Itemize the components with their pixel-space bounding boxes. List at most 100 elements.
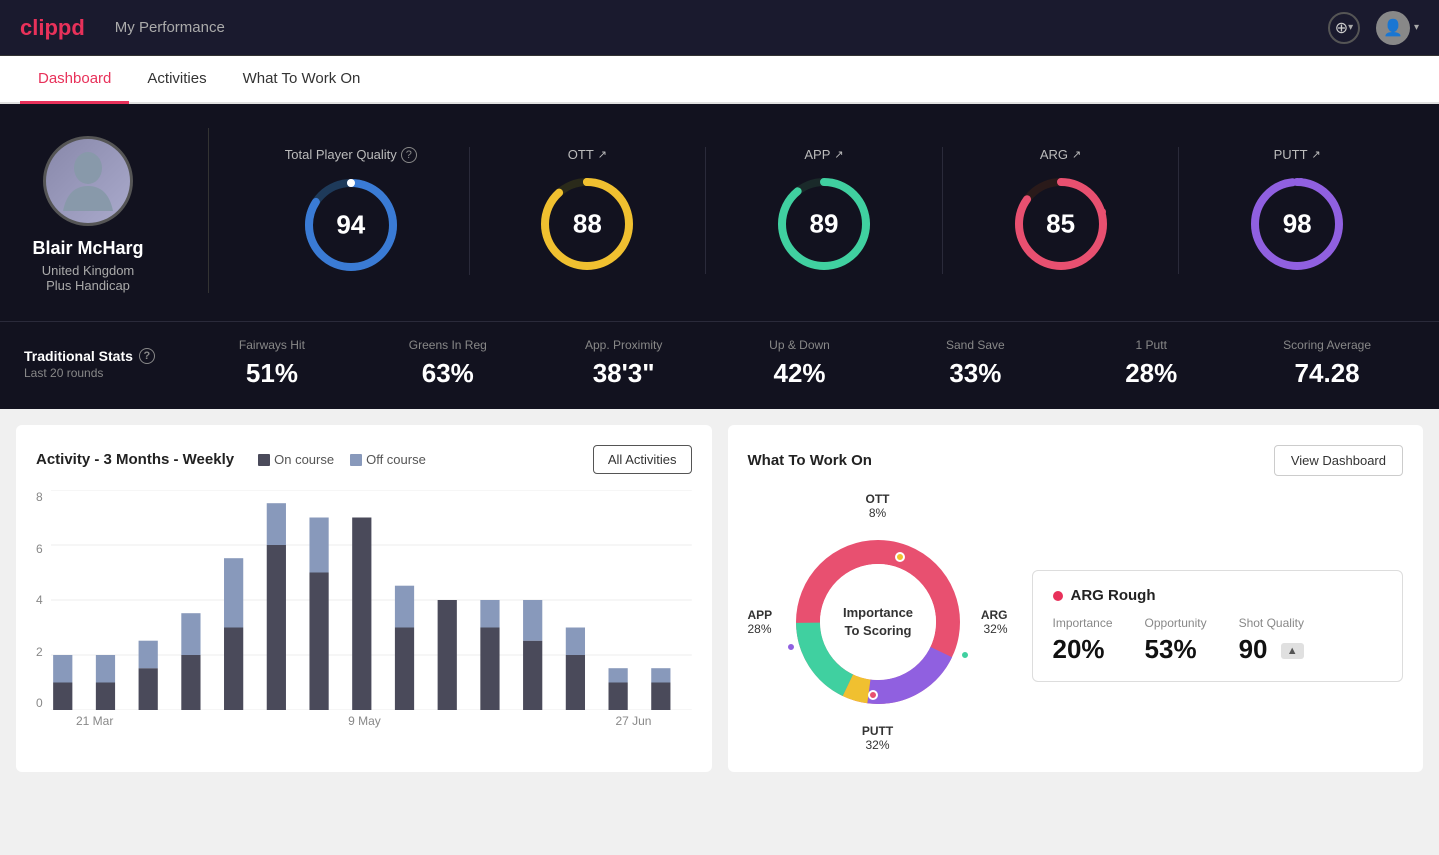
- stat-updown: Up & Down 42%: [712, 338, 888, 389]
- circle-total: 94: [301, 175, 401, 275]
- legend-on-course-dot: [258, 454, 270, 466]
- bar-on-4: [224, 628, 243, 711]
- score-putt-value: 98: [1283, 209, 1312, 240]
- bar-on-7: [352, 518, 371, 711]
- bar-off-4: [224, 558, 243, 627]
- metric-opportunity-label: Opportunity: [1145, 616, 1207, 630]
- tab-dashboard[interactable]: Dashboard: [20, 56, 129, 104]
- header-right: ⊕ ▾ 👤 ▾: [1328, 11, 1419, 45]
- metric-shot-quality-value: 90 ▲: [1239, 634, 1304, 665]
- bottom-panels: Activity - 3 Months - Weekly On course O…: [0, 409, 1439, 788]
- stat-sandsave: Sand Save 33%: [887, 338, 1063, 389]
- stat-scoring-value: 74.28: [1239, 358, 1415, 389]
- info-icon-total[interactable]: ?: [401, 147, 417, 163]
- wtwo-title: What To Work On: [748, 452, 872, 469]
- divider: [208, 128, 209, 293]
- detail-metrics: Importance 20% Opportunity 53% Shot Qual…: [1053, 616, 1383, 665]
- wtwo-detail: ARG Rough Importance 20% Opportunity 53%…: [1032, 562, 1404, 682]
- tab-activities[interactable]: Activities: [129, 56, 224, 104]
- trad-stats-grid: Fairways Hit 51% Greens In Reg 63% App. …: [184, 338, 1415, 389]
- bar-on-5: [266, 545, 285, 710]
- view-dashboard-button[interactable]: View Dashboard: [1274, 445, 1403, 476]
- metric-opportunity: Opportunity 53%: [1145, 616, 1207, 665]
- circle-putt: 98: [1247, 174, 1347, 274]
- stat-updown-label: Up & Down: [712, 338, 888, 352]
- donut-wrapper: OTT 8% ARG 32% PUTT 32% APP 28%: [748, 492, 1008, 752]
- bar-off-14: [651, 668, 670, 682]
- donut-marker-ott: [895, 552, 905, 562]
- bar-on-0: [53, 683, 72, 711]
- tab-what-to-work-on[interactable]: What To Work On: [225, 56, 379, 104]
- bar-off-5: [266, 503, 285, 545]
- nav-tabs: Dashboard Activities What To Work On: [0, 56, 1439, 104]
- hero-section: Blair McHarg United Kingdom Plus Handica…: [0, 104, 1439, 321]
- score-total-label: Total Player Quality ?: [285, 147, 417, 163]
- shot-quality-badge: ▲: [1281, 643, 1304, 659]
- header-title: My Performance: [115, 19, 225, 36]
- wtwo-content: OTT 8% ARG 32% PUTT 32% APP 28%: [748, 492, 1404, 752]
- bar-off-3: [181, 613, 200, 655]
- arrow-arg: ↗: [1072, 148, 1081, 161]
- stat-updown-value: 42%: [712, 358, 888, 389]
- stat-1putt-value: 28%: [1063, 358, 1239, 389]
- score-putt-label: PUTT ↗: [1274, 147, 1321, 162]
- detail-card-title: ARG Rough: [1053, 587, 1383, 604]
- stat-gir: Greens In Reg 63%: [360, 338, 536, 389]
- stat-fairways-value: 51%: [184, 358, 360, 389]
- donut-label-app: ARG 32%: [981, 608, 1008, 636]
- metric-importance-label: Importance: [1053, 616, 1113, 630]
- bar-on-1: [96, 683, 115, 711]
- bar-off-8: [395, 586, 414, 628]
- stat-proximity: App. Proximity 38'3": [536, 338, 712, 389]
- logo: clippd: [20, 15, 85, 41]
- score-ott-label: OTT ↗: [568, 147, 607, 162]
- stat-scoring-label: Scoring Average: [1239, 338, 1415, 352]
- stat-1putt: 1 Putt 28%: [1063, 338, 1239, 389]
- score-app-label: APP ↗: [804, 147, 843, 162]
- arrow-app: ↗: [834, 148, 843, 161]
- user-avatar-row[interactable]: 👤 ▾: [1376, 11, 1419, 45]
- metric-opportunity-value: 53%: [1145, 634, 1207, 665]
- player-profile: Blair McHarg United Kingdom Plus Handica…: [24, 128, 184, 293]
- scores-row: Total Player Quality ? 94 OTT ↗: [233, 128, 1415, 293]
- stat-1putt-label: 1 Putt: [1063, 338, 1239, 352]
- bar-off-2: [138, 641, 157, 669]
- circle-arg: 85: [1011, 174, 1111, 274]
- trad-title: Traditional Stats ?: [24, 348, 184, 364]
- stat-fairways: Fairways Hit 51%: [184, 338, 360, 389]
- info-icon-trad[interactable]: ?: [139, 348, 155, 364]
- trad-label: Traditional Stats ? Last 20 rounds: [24, 348, 184, 380]
- score-putt: PUTT ↗ 98: [1179, 147, 1415, 274]
- add-button[interactable]: ⊕ ▾: [1328, 12, 1360, 44]
- bar-off-6: [309, 518, 328, 573]
- bar-on-11: [523, 641, 542, 710]
- legend-off-course-dot: [350, 454, 362, 466]
- stat-fairways-label: Fairways Hit: [184, 338, 360, 352]
- activity-title: Activity - 3 Months - Weekly: [36, 451, 234, 468]
- player-name: Blair McHarg: [32, 238, 143, 259]
- all-activities-button[interactable]: All Activities: [593, 445, 692, 474]
- chevron-icon: ▾: [1348, 22, 1353, 33]
- donut-marker-app: [960, 650, 970, 660]
- svg-text:To Scoring: To Scoring: [844, 623, 911, 638]
- legend-off-course: Off course: [350, 452, 426, 467]
- app-header: clippd My Performance ⊕ ▾ 👤 ▾: [0, 0, 1439, 56]
- bar-off-1: [96, 655, 115, 683]
- player-handicap: Plus Handicap: [46, 278, 130, 293]
- player-country: United Kingdom: [42, 263, 135, 278]
- chart-svg: [51, 490, 692, 710]
- score-app-value: 89: [810, 209, 839, 240]
- detail-dot: [1053, 591, 1063, 601]
- avatar-placeholder: 👤: [1383, 18, 1403, 38]
- bar-on-3: [181, 655, 200, 710]
- bar-off-10: [480, 600, 499, 628]
- traditional-stats: Traditional Stats ? Last 20 rounds Fairw…: [0, 321, 1439, 409]
- donut-label-arg: PUTT 32%: [862, 724, 893, 752]
- donut-marker-putt: [786, 642, 796, 652]
- score-ott-value: 88: [573, 209, 602, 240]
- bar-on-13: [608, 683, 627, 711]
- stat-gir-label: Greens In Reg: [360, 338, 536, 352]
- circle-app: 89: [774, 174, 874, 274]
- donut-marker-arg: [868, 690, 878, 700]
- bar-on-9: [437, 600, 456, 710]
